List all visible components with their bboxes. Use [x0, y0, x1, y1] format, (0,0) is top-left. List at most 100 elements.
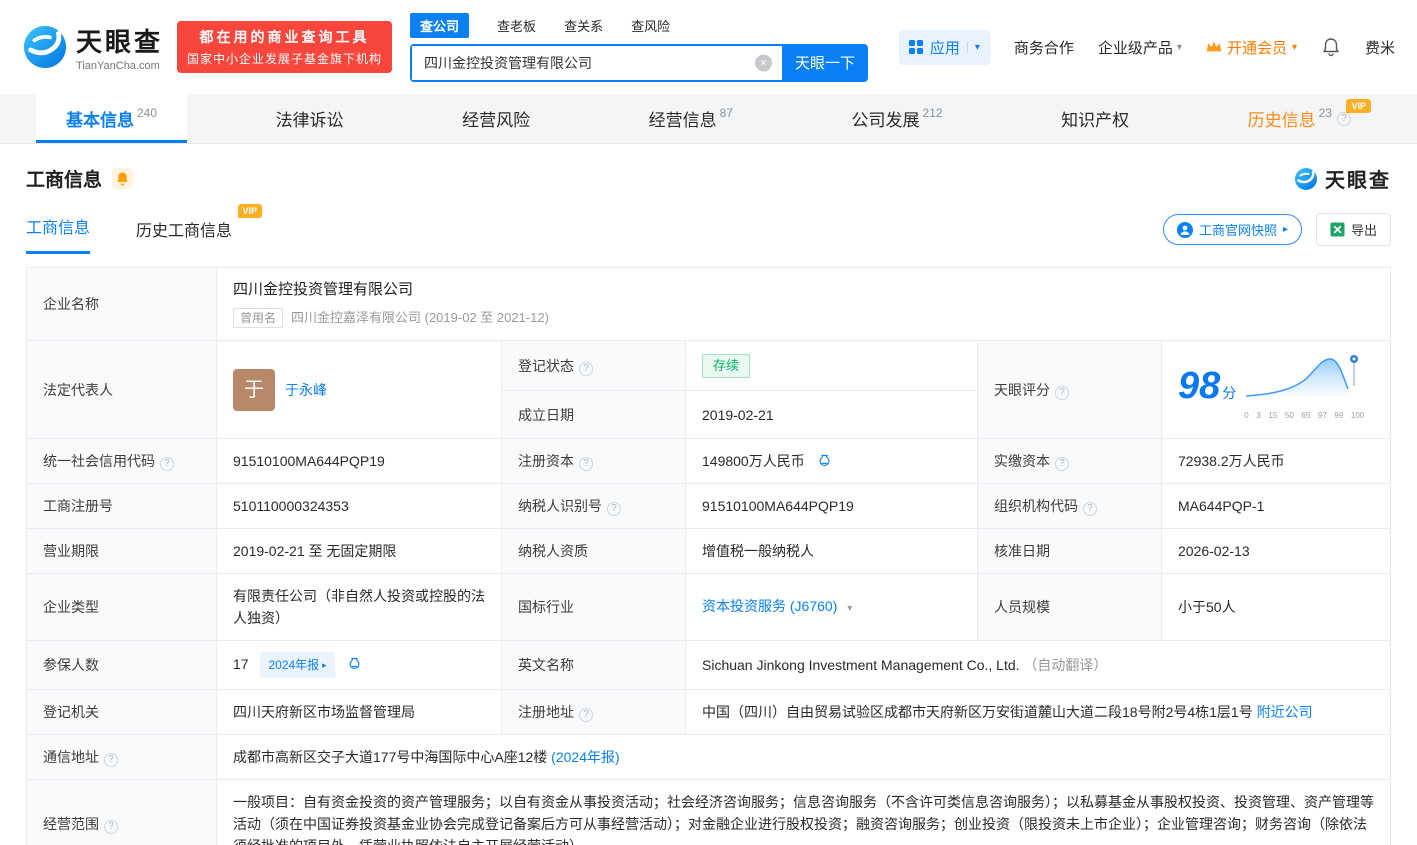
- tianyancha-company-page: 天眼查 TianYanCha.com 都在用的商业查询工具 国家中小企业发展子基…: [0, 0, 1417, 845]
- tab-label: 基本信息: [66, 111, 134, 130]
- clear-icon[interactable]: ×: [755, 54, 773, 71]
- org-code: MA644PQP-1: [1178, 498, 1265, 514]
- industry-label: 国标行业: [518, 599, 574, 615]
- search-tab-boss[interactable]: 查老板: [497, 16, 536, 35]
- company-type-label: 企业类型: [43, 599, 99, 615]
- help-icon[interactable]: ?: [579, 708, 593, 722]
- help-icon[interactable]: ?: [1055, 385, 1069, 400]
- help-icon[interactable]: ?: [1083, 502, 1097, 516]
- menu-open-vip[interactable]: 开通会员 ▾: [1206, 37, 1297, 58]
- notification-bell-icon[interactable]: [1321, 37, 1341, 57]
- tab-count: 87: [719, 105, 733, 120]
- search-tab-relation[interactable]: 查关系: [564, 16, 603, 35]
- legal-rep-avatar[interactable]: 于: [233, 368, 275, 411]
- tab-basic-info[interactable]: 基本信息 240: [36, 94, 188, 143]
- tab-intellectual-property[interactable]: 知识产权: [1031, 94, 1159, 143]
- watermark-brand-text: 天眼查: [1325, 170, 1391, 192]
- subtab-business-info[interactable]: 工商信息: [26, 214, 91, 254]
- promo-banner: 都在用的商业查询工具 国家中小企业发展子基金旗下机构: [177, 21, 393, 73]
- capital-detail-icon[interactable]: [817, 454, 832, 469]
- table-row: 法定代表人 于 于永峰 登记状态? 存续 天眼评分? 98 分 0 3 15 5…: [26, 339, 1391, 439]
- insured-detail-icon[interactable]: [347, 657, 362, 672]
- official-snapshot-button[interactable]: 工商官网快照 ▸: [1162, 214, 1302, 245]
- tab-count: 212: [922, 105, 943, 120]
- subtab-history-business-info[interactable]: 历史工商信息 VIP: [136, 204, 263, 254]
- reg-number: 510110000324353: [233, 498, 349, 514]
- chevron-down-icon: ▾: [966, 41, 980, 53]
- subscribe-bell-icon[interactable]: [112, 168, 134, 189]
- org-code-label: 组织机构代码: [994, 498, 1078, 514]
- legal-rep-label: 法定代表人: [43, 381, 113, 398]
- credit-code-label: 统一社会信用代码: [43, 453, 155, 469]
- reg-address: 中国（四川）自由贸易试验区成都市天府新区万安街道麓山大道二段18号附2号4栋1层…: [702, 704, 1253, 720]
- banner-line1: 都在用的商业查询工具: [199, 29, 370, 45]
- nearby-companies-link[interactable]: 附近公司: [1257, 704, 1313, 720]
- tab-operation-risk[interactable]: 经营风险: [432, 94, 560, 143]
- help-icon[interactable]: ?: [104, 820, 118, 834]
- help-icon[interactable]: ?: [607, 502, 621, 516]
- company-nav: 基本信息 240 法律诉讼 经营风险 经营信息 87 公司发展 212 知识产权…: [0, 94, 1417, 144]
- apps-menu[interactable]: 应用 ▾: [898, 29, 990, 65]
- credit-code: 91510100MA644PQP19: [233, 453, 385, 469]
- annual-report-tag[interactable]: 2024年报 ▸: [260, 652, 335, 678]
- company-type: 有限责任公司（非自然人投资或控股的法人独资）: [233, 588, 485, 626]
- tianyan-score: 98 分 0 3 15 50 65 97 99 100: [1178, 352, 1374, 427]
- insured-count-label: 参保人数: [43, 657, 99, 673]
- help-icon[interactable]: ?: [579, 457, 593, 471]
- insured-count: 17: [233, 656, 249, 672]
- tab-label: 历史信息: [1247, 111, 1316, 130]
- menu-business-cooperation[interactable]: 商务合作: [1014, 37, 1074, 58]
- taxpayer-quality-label: 纳税人资质: [518, 543, 588, 559]
- reg-authority-label: 登记机关: [43, 704, 99, 720]
- chevron-down-icon: ▾: [1291, 41, 1297, 53]
- contact-address-report-link[interactable]: (2024年报): [551, 749, 619, 765]
- chevron-down-icon[interactable]: ▾: [847, 603, 852, 614]
- status-badge: 存续: [702, 353, 751, 378]
- person-badge-icon: [1176, 221, 1193, 238]
- menu-enterprise-products[interactable]: 企业级产品 ▾: [1098, 37, 1182, 58]
- tab-label: 公司发展: [851, 111, 920, 130]
- section-head: 工商信息 天眼查: [0, 144, 1417, 197]
- banner-line2: 国家中小企业发展子基金旗下机构: [187, 52, 383, 66]
- former-name: 四川金控嘉泽有限公司 (2019-02 至 2021-12): [291, 310, 549, 325]
- chevron-right-icon: ▸: [322, 660, 327, 670]
- table-row: 营业期限 2019-02-21 至 无固定期限 纳税人资质 增值税一般纳税人 核…: [26, 528, 1391, 574]
- tab-company-development[interactable]: 公司发展 212: [822, 94, 973, 143]
- business-scope: 一般项目：自有资金投资的资产管理服务；以自有资金从事投资活动；社会经济咨询服务；…: [216, 779, 1391, 845]
- tianyancha-logo[interactable]: 天眼查 TianYanCha.com: [22, 22, 163, 72]
- help-icon[interactable]: ?: [1055, 457, 1069, 471]
- search-block: 查公司 查老板 查关系 查风险 × 天眼一下: [410, 12, 869, 82]
- help-icon[interactable]: ?: [1336, 111, 1351, 126]
- tab-legal-litigation[interactable]: 法律诉讼: [246, 94, 374, 143]
- help-icon[interactable]: ?: [160, 457, 174, 471]
- vip-badge: VIP: [1346, 99, 1371, 113]
- legal-rep-link[interactable]: 于永峰: [285, 379, 327, 401]
- table-row: 企业类型 有限责任公司（非自然人投资或控股的法人独资） 国标行业 资本投资服务 …: [26, 573, 1391, 641]
- enterprise-products-label: 企业级产品: [1097, 39, 1173, 57]
- search-input[interactable]: [412, 45, 783, 80]
- tab-history-info[interactable]: VIP 历史信息 23 ?: [1218, 94, 1381, 143]
- search-button[interactable]: 天眼一下: [782, 43, 869, 82]
- taxpayer-id: 91510100MA644PQP19: [702, 498, 854, 514]
- tab-operation-info[interactable]: 经营信息 87: [619, 94, 763, 143]
- table-row: 企业名称 四川金控投资管理有限公司 曾用名 四川金控嘉泽有限公司 (2019-0…: [26, 267, 1391, 341]
- business-cooperation-label: 商务合作: [1013, 39, 1074, 57]
- search-tab-risk[interactable]: 查风险: [631, 16, 670, 35]
- staff-size: 小于50人: [1178, 599, 1236, 615]
- help-icon[interactable]: ?: [579, 361, 593, 376]
- business-term: 2019-02-21 至 无固定期限: [233, 543, 397, 559]
- logo-brand-text: 天眼查: [76, 27, 164, 57]
- table-row: 统一社会信用代码? 91510100MA644PQP19 注册资本? 14980…: [26, 438, 1391, 484]
- export-button[interactable]: 导出: [1315, 213, 1391, 246]
- score-value: 98: [1178, 365, 1221, 407]
- search-tab-company[interactable]: 查公司: [410, 12, 470, 38]
- help-icon[interactable]: ?: [104, 753, 118, 767]
- user-name[interactable]: 费米: [1365, 37, 1395, 58]
- open-vip-label: 开通会员: [1226, 39, 1287, 57]
- business-scope-label: 经营范围: [43, 816, 99, 832]
- establish-date-label: 成立日期: [518, 406, 574, 423]
- industry-link[interactable]: 资本投资服务 (J6760): [702, 598, 837, 614]
- subtab-row: 工商信息 历史工商信息 VIP 工商官网快照 ▸ 导出: [0, 197, 1417, 254]
- export-label: 导出: [1350, 223, 1377, 238]
- search-input-wrap: ×: [410, 43, 783, 82]
